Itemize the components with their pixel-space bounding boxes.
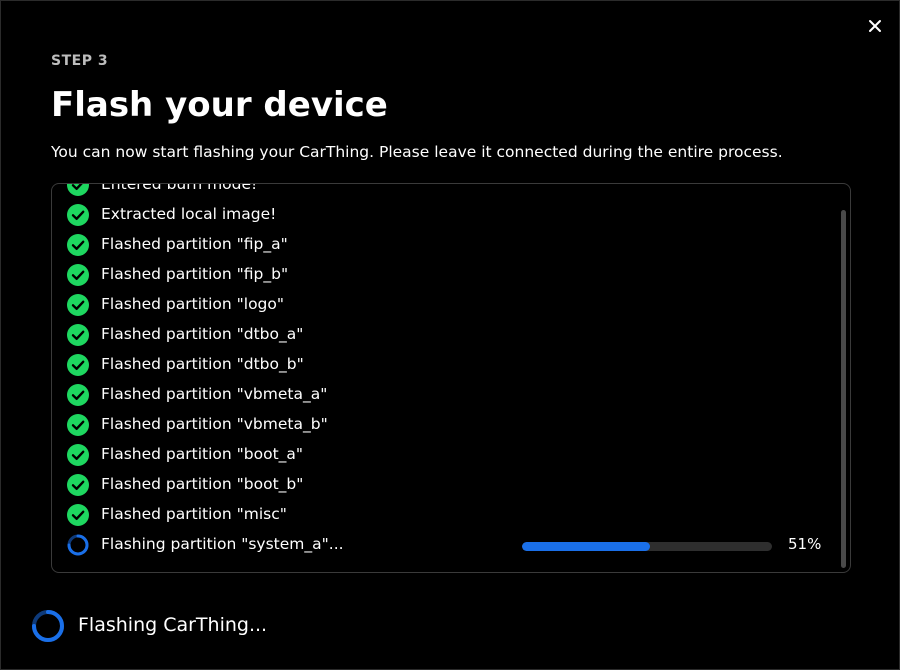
check-circle-icon — [67, 324, 89, 346]
log-item-text: Extracted local image! — [101, 205, 277, 223]
log-item-text: Flashed partition "dtbo_b" — [101, 355, 304, 373]
check-circle-icon — [67, 264, 89, 286]
step-label: STEP 3 — [51, 53, 109, 69]
log-item: Extracted local image! — [52, 200, 832, 230]
check-circle-icon — [67, 474, 89, 496]
check-circle-icon — [67, 294, 89, 316]
loading-spinner-icon — [32, 610, 64, 642]
check-circle-icon — [67, 204, 89, 226]
log-item-text: Flashed partition "dtbo_a" — [101, 325, 304, 343]
log-item-current: Flashing partition "system_a"... 51% — [52, 530, 832, 560]
flash-log-list: Entered burn mode! Extracted local image!… — [52, 183, 832, 560]
log-item-text: Flashed partition "boot_b" — [101, 475, 304, 493]
check-circle-icon — [67, 414, 89, 436]
log-item-text: Flashed partition "fip_b" — [101, 265, 289, 283]
check-circle-icon — [67, 234, 89, 256]
progress-bar — [522, 542, 772, 551]
log-item-text: Flashed partition "boot_a" — [101, 445, 304, 463]
check-circle-icon — [67, 354, 89, 376]
log-item-text: Entered burn mode! — [101, 183, 258, 193]
log-scrollbar[interactable] — [841, 210, 846, 568]
check-circle-icon — [67, 184, 89, 196]
spinner-icon — [67, 534, 89, 556]
log-item-text: Flashed partition "vbmeta_b" — [101, 415, 328, 433]
check-circle-icon — [67, 504, 89, 526]
log-item: Flashed partition "vbmeta_a" — [52, 380, 832, 410]
log-item: Flashed partition "logo" — [52, 290, 832, 320]
flash-dialog: STEP 3 Flash your device You can now sta… — [0, 0, 900, 670]
log-item: Flashed partition "vbmeta_b" — [52, 410, 832, 440]
log-item-text: Flashed partition "vbmeta_a" — [101, 385, 328, 403]
check-circle-icon — [67, 384, 89, 406]
progress-percent: 51% — [788, 535, 822, 553]
progress-bar-fill — [522, 542, 650, 551]
page-title: Flash your device — [51, 85, 388, 125]
log-item: Flashed partition "boot_a" — [52, 440, 832, 470]
log-item: Entered burn mode! — [52, 183, 832, 200]
close-icon — [869, 20, 881, 32]
page-subtitle: You can now start flashing your CarThing… — [51, 143, 783, 161]
log-item-text: Flashed partition "logo" — [101, 295, 285, 313]
log-item-text: Flashed partition "misc" — [101, 505, 287, 523]
log-item: Flashed partition "fip_b" — [52, 260, 832, 290]
close-button[interactable] — [863, 14, 887, 38]
log-item: Flashed partition "dtbo_a" — [52, 320, 832, 350]
log-item-text: Flashing partition "system_a"... — [101, 535, 344, 553]
log-item: Flashed partition "misc" — [52, 500, 832, 530]
check-circle-icon — [67, 444, 89, 466]
log-item-text: Flashed partition "fip_a" — [101, 235, 288, 253]
log-item: Flashed partition "boot_b" — [52, 470, 832, 500]
log-item: Flashed partition "fip_a" — [52, 230, 832, 260]
log-item: Flashed partition "dtbo_b" — [52, 350, 832, 380]
flash-log-panel[interactable]: Entered burn mode! Extracted local image!… — [51, 183, 851, 573]
footer-status-text: Flashing CarThing... — [78, 614, 268, 636]
